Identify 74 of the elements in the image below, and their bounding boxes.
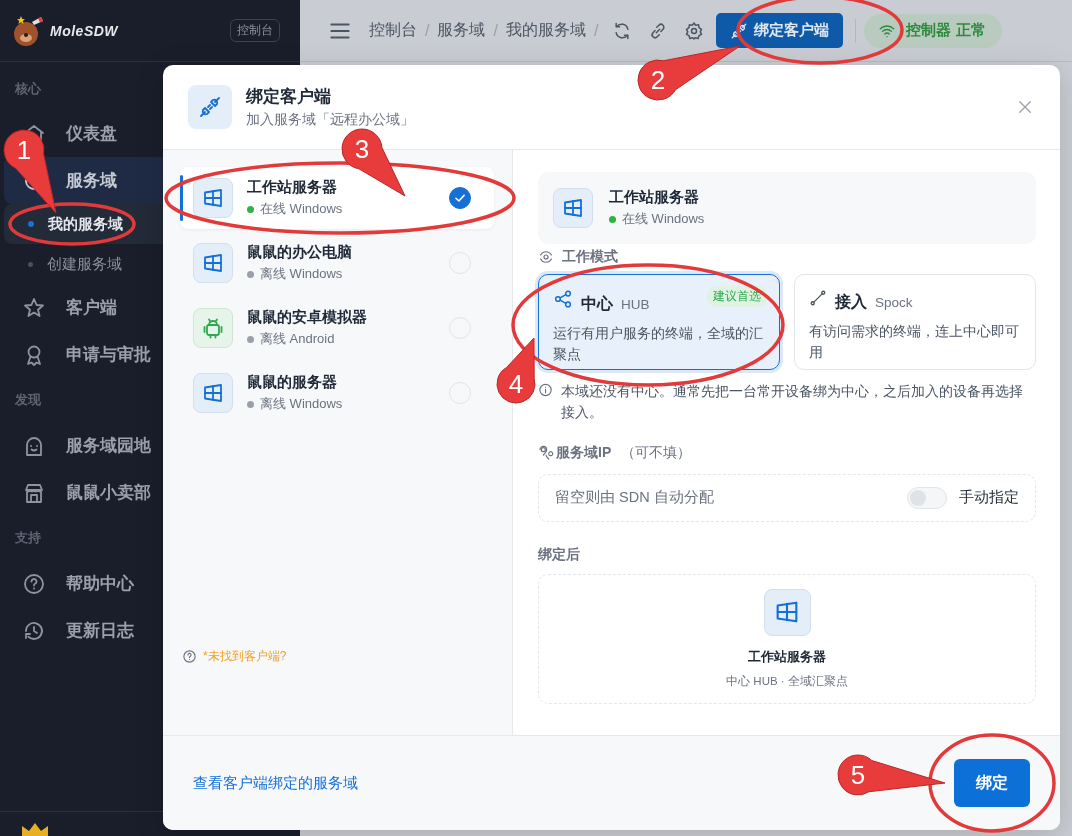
nav-item[interactable]: 鼠鼠小卖部 — [4, 469, 296, 516]
close-icon — [1016, 98, 1034, 116]
device-status: 离线 Android — [260, 330, 335, 348]
device-item[interactable]: 鼠鼠的服务器 离线 Windows — [180, 362, 494, 424]
share-icon — [553, 289, 573, 309]
step-marker: 2 — [637, 45, 741, 101]
ip-placeholder: 留空则由 SDN 自动分配 — [555, 488, 715, 508]
section-label: 工作模式 — [562, 248, 618, 266]
settings-icon — [684, 20, 705, 41]
console-badge: 控制台 — [230, 19, 280, 42]
star-icon — [22, 295, 46, 320]
section-label: 服务域IP — [556, 443, 612, 462]
device-item[interactable]: 鼠鼠的安卓模拟器 离线 Android — [180, 297, 494, 359]
step-marker: 4 — [496, 337, 536, 404]
info-note: 本域还没有中心。通常先把一台常开设备绑为中心，之后加入的设备再选择接入。 — [561, 383, 1025, 422]
manual-toggle[interactable] — [907, 486, 947, 509]
dialog-title: 绑定客户端 — [246, 86, 332, 108]
selection-bar — [180, 175, 183, 221]
device-status: 在线 Windows — [622, 210, 705, 228]
section-title: 支持 — [15, 529, 41, 547]
mode-icon — [538, 249, 554, 265]
breadcrumb-item[interactable]: 我的服务域 — [505, 20, 586, 41]
bind-button[interactable]: 绑定 — [954, 759, 1030, 807]
step-marker: 5 — [837, 754, 946, 796]
device-name: 鼠鼠的办公电脑 — [247, 243, 352, 262]
windows-icon — [201, 251, 225, 275]
help-icon — [22, 571, 46, 596]
mode-code: Spock — [875, 295, 913, 310]
optional-hint: （可不填） — [621, 443, 692, 462]
step-marker: 1 — [3, 129, 57, 214]
section-title: 核心 — [15, 80, 41, 98]
breadcrumb-item[interactable]: 服务域 — [437, 20, 486, 41]
windows-icon — [201, 381, 225, 405]
device-name: 鼠鼠的安卓模拟器 — [247, 308, 367, 327]
help-icon — [182, 649, 197, 664]
nav-item[interactable]: 服务域园地 — [4, 422, 296, 469]
device-name: 工作站服务器 — [247, 178, 338, 197]
info-icon — [538, 382, 554, 398]
device-name: 工作站服务器 — [609, 188, 700, 207]
mode-title: 中心 — [581, 294, 613, 314]
toggle-label: 手动指定 — [959, 488, 1019, 508]
breadcrumb-item[interactable]: 控制台 — [369, 20, 417, 41]
mode-description: 有访问需求的终端，连上中心即可用 — [809, 323, 1020, 362]
device-item[interactable]: 工作站服务器 在线 Windows — [180, 167, 494, 229]
bind-client-button[interactable]: 绑定客户端 — [716, 13, 844, 48]
radio-button[interactable] — [449, 187, 471, 209]
breadcrumb-separator: / — [425, 21, 430, 40]
device-name: 鼠鼠的服务器 — [247, 373, 338, 392]
controller-status: 控制器 正常 — [906, 21, 986, 40]
windows-icon — [561, 196, 585, 220]
connector-icon — [809, 289, 827, 307]
bound-domains-link[interactable]: 查看客户端绑定的服务域 — [193, 773, 358, 793]
preview-caption: 中心 HUB · 全域汇聚点 — [726, 673, 848, 689]
plug-icon — [198, 95, 222, 119]
mode-description: 运行有用户服务的终端，全域的汇聚点 — [553, 325, 764, 364]
breadcrumb-separator: / — [593, 21, 599, 40]
section-label: 绑定后 — [538, 545, 580, 564]
step-marker: 3 — [341, 128, 406, 197]
crown-icon — [20, 822, 50, 836]
logo-text: MoleSDW — [50, 22, 119, 39]
ip-input-field[interactable]: 留空则由 SDN 自动分配 手动指定 — [538, 473, 1036, 522]
mode-code: HUB — [621, 297, 650, 312]
dialog-subtitle: 加入服务域「远程办公域」 — [246, 111, 414, 129]
nav-item[interactable]: 帮助中心 — [4, 560, 296, 607]
plug-icon — [730, 21, 749, 40]
device-status: 离线 Windows — [260, 265, 343, 283]
breadcrumb-separator: / — [493, 21, 498, 40]
windows-icon — [201, 186, 225, 210]
device-name: 工作站服务器 — [748, 647, 826, 666]
mode-card[interactable]: 接入 Spock 有访问需求的终端，连上中心即可用 — [794, 274, 1036, 370]
mode-title: 接入 — [835, 292, 867, 312]
android-icon — [201, 316, 225, 340]
device-status: 离线 Windows — [260, 395, 343, 413]
section-title: 发现 — [15, 391, 41, 409]
